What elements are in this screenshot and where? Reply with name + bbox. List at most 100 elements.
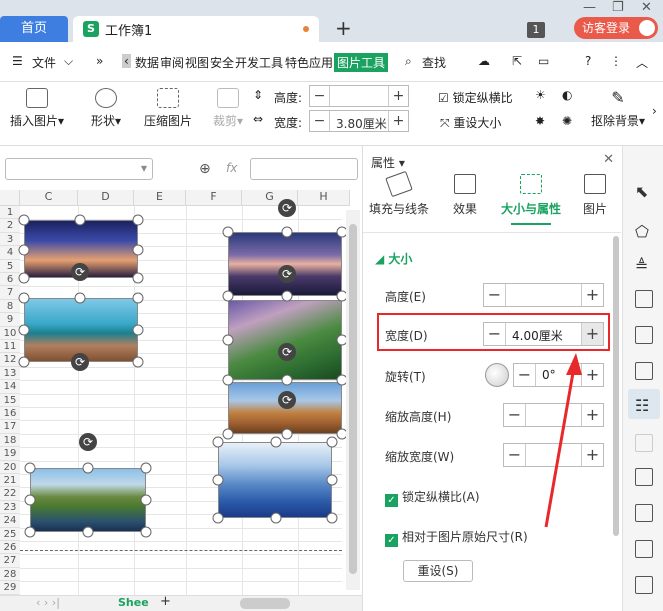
ribbon-scroll-right-icon[interactable]: › xyxy=(652,104,657,118)
tab-picture[interactable]: 图片 xyxy=(563,174,627,217)
rotate-handle-icon[interactable]: ⟳ xyxy=(79,433,97,451)
namebox-dropdown-icon[interactable]: ▾ xyxy=(141,161,147,175)
scale-height-minus[interactable]: − xyxy=(504,404,526,426)
tab-effects[interactable]: 效果 xyxy=(433,174,497,217)
panel-height-stepper[interactable]: − + xyxy=(483,283,604,307)
row-header[interactable]: 7 xyxy=(0,286,20,300)
resize-handle[interactable] xyxy=(74,292,86,304)
properties-icon[interactable]: ☷ xyxy=(635,396,653,415)
corner-header[interactable] xyxy=(0,190,20,206)
insert-picture-button[interactable]: 插入图片▾ xyxy=(6,88,68,129)
formula-input[interactable] xyxy=(250,158,358,180)
scale-width-minus[interactable]: − xyxy=(504,444,526,466)
reset-button[interactable]: 重设(S) xyxy=(403,560,473,582)
menu-file[interactable]: 文件 xyxy=(32,54,56,71)
row-header[interactable]: 3 xyxy=(0,232,20,247)
width-decrease[interactable]: − xyxy=(310,111,330,131)
compress-picture-button[interactable]: 压缩图片 xyxy=(140,88,196,129)
resize-handle[interactable] xyxy=(281,428,293,440)
add-tab-button[interactable]: + xyxy=(335,16,352,40)
resize-handle[interactable] xyxy=(132,356,144,368)
resize-handle[interactable] xyxy=(132,324,144,336)
collapse-ribbon-icon[interactable]: ︿ xyxy=(636,54,648,71)
cloud-icon[interactable]: ☁ xyxy=(478,54,490,68)
row-header[interactable]: 15 xyxy=(0,393,20,407)
spreadsheet-grid[interactable]: C D E F G H 1 2 3 4 5 6 7 8 9 10 11 12 13 14 15 16 17 18 1… xyxy=(0,190,362,595)
minimize-icon[interactable]: — xyxy=(583,0,596,15)
rotate-handle-icon[interactable]: ⟳ xyxy=(278,265,296,283)
resize-handle[interactable] xyxy=(212,474,224,486)
row-header[interactable]: 10 xyxy=(0,326,20,340)
resize-handle[interactable] xyxy=(18,272,30,284)
height-decrease[interactable]: − xyxy=(310,86,330,106)
row-header[interactable]: 5 xyxy=(0,259,20,273)
comment-icon[interactable]: ▭ xyxy=(538,54,549,68)
crop-button[interactable]: 裁剪▾ xyxy=(210,88,246,129)
resize-handle[interactable] xyxy=(18,324,30,336)
window-count-badge[interactable]: 1 xyxy=(527,22,545,38)
horizontal-scroll-thumb[interactable] xyxy=(240,598,290,609)
rotate-handle-icon[interactable]: ⟳ xyxy=(278,391,296,409)
comment-side-icon[interactable] xyxy=(635,434,653,452)
resize-handle[interactable] xyxy=(18,244,30,256)
column-header[interactable]: E xyxy=(134,190,186,206)
reset-size-button[interactable]: ⤧ 重设大小 xyxy=(440,114,501,131)
more-options-icon[interactable]: ⋮ xyxy=(610,54,622,68)
resize-handle[interactable] xyxy=(222,226,234,238)
row-header[interactable]: 29 xyxy=(0,581,20,595)
shape-button[interactable]: 形状▾ xyxy=(84,88,128,129)
menu-more[interactable]: » xyxy=(96,54,103,68)
row-header[interactable]: 23 xyxy=(0,500,20,515)
shapes-icon[interactable]: ⬠ xyxy=(635,222,653,241)
picture-side-icon[interactable] xyxy=(635,326,653,344)
panel-scrollbar[interactable] xyxy=(613,236,619,536)
sheet-tab[interactable]: Shee xyxy=(118,596,149,609)
help-icon[interactable]: ? xyxy=(585,54,591,68)
menu-security[interactable]: 安全 xyxy=(210,54,234,71)
panel-title[interactable]: 属性 ▾ xyxy=(371,154,405,171)
resize-handle[interactable] xyxy=(222,334,234,346)
resize-handle[interactable] xyxy=(270,512,282,524)
rotate-handle-icon[interactable]: ⟳ xyxy=(71,353,89,371)
column-header[interactable]: C xyxy=(20,190,78,206)
row-header[interactable]: 28 xyxy=(0,567,20,582)
resize-handle[interactable] xyxy=(212,512,224,524)
picture-lake-mountains[interactable] xyxy=(30,468,146,532)
width-increase[interactable]: + xyxy=(388,111,408,131)
backup-side-icon[interactable] xyxy=(635,540,653,558)
menu-view[interactable]: 视图 xyxy=(185,54,209,71)
resize-handle[interactable] xyxy=(82,462,94,474)
resize-handle[interactable] xyxy=(24,494,36,506)
height-plus[interactable]: + xyxy=(581,284,603,306)
height-field[interactable]: − + xyxy=(309,85,409,107)
row-header[interactable]: 14 xyxy=(0,380,20,394)
export-side-icon[interactable] xyxy=(635,576,653,594)
row-header[interactable]: 1 xyxy=(0,206,20,220)
column-header[interactable]: F xyxy=(186,190,242,206)
resize-handle[interactable] xyxy=(132,244,144,256)
relative-original-checkbox[interactable]: ✓ 相对于图片原始尺寸(R) xyxy=(385,528,528,547)
rotate-handle-icon[interactable]: ⟳ xyxy=(278,199,296,217)
lock-aspect-checkbox[interactable]: ✓ 锁定纵横比(A) xyxy=(385,488,480,507)
resize-handle[interactable] xyxy=(326,436,338,448)
row-header[interactable]: 16 xyxy=(0,407,20,421)
row-header[interactable]: 12 xyxy=(0,353,20,367)
menu-picture-tools[interactable]: 图片工具 xyxy=(334,53,389,72)
hamburger-icon[interactable]: ☰ xyxy=(12,54,23,68)
column-header[interactable]: D xyxy=(78,190,134,206)
resize-handle[interactable] xyxy=(140,494,152,506)
rotate-handle-icon[interactable]: ⟳ xyxy=(71,263,89,281)
share-side-icon[interactable] xyxy=(635,468,653,486)
row-header[interactable]: 19 xyxy=(0,447,20,461)
resize-handle[interactable] xyxy=(222,290,234,302)
resize-handle[interactable] xyxy=(222,428,234,440)
contrast-icon[interactable]: ◐ xyxy=(562,88,572,102)
tab-home[interactable]: 首页 xyxy=(0,16,68,42)
resize-handle[interactable] xyxy=(326,512,338,524)
resize-handle[interactable] xyxy=(212,436,224,448)
row-header[interactable]: 22 xyxy=(0,487,20,501)
resize-handle[interactable] xyxy=(132,214,144,226)
cursor-icon[interactable]: ⬉ xyxy=(635,182,653,201)
add-sheet-button[interactable]: + xyxy=(160,594,171,609)
fx-icon[interactable]: fx xyxy=(226,161,237,175)
